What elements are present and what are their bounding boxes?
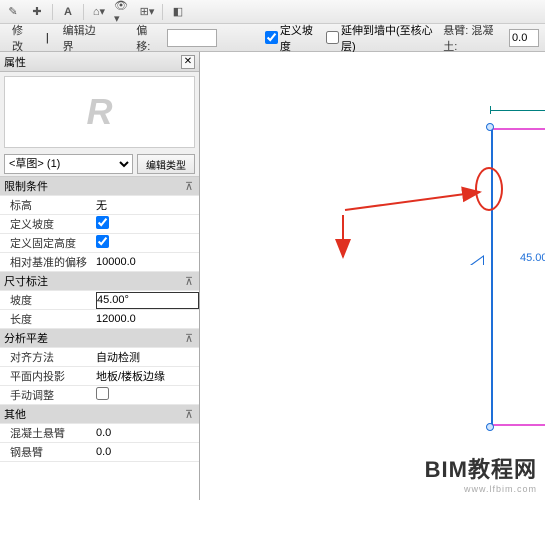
tool-icon[interactable]: 👁▾: [114, 3, 132, 21]
tool-icon[interactable]: ✎: [4, 3, 22, 21]
define-slope-label: 定义坡度: [280, 22, 318, 54]
section-dimensions[interactable]: 尺寸标注⊼: [0, 272, 199, 291]
offset-label: 偏移:: [136, 22, 159, 54]
section-constraints[interactable]: 限制条件⊼: [0, 177, 199, 196]
extend-checkbox[interactable]: [326, 31, 339, 44]
panel-title: 属性: [4, 54, 26, 70]
drawing-canvas[interactable]: 9800.0 45.00° BIM教程网 www.lfbim.com: [200, 52, 545, 500]
prop-label: 定义固定高度: [0, 235, 92, 251]
plane-proj-value[interactable]: [96, 368, 199, 385]
expand-icon[interactable]: ⊼: [185, 408, 199, 421]
tool-icon[interactable]: ◧: [169, 3, 187, 21]
modify-button[interactable]: 修改: [6, 20, 38, 56]
close-icon[interactable]: ✕: [181, 55, 195, 69]
edit-type-button[interactable]: 编辑类型: [137, 154, 195, 174]
type-preview: R: [4, 76, 195, 148]
options-bar: 修改 | 编辑边界 偏移: 定义坡度 延伸到墙中(至核心层) 悬臂: 混凝土:: [0, 24, 545, 52]
prop-label: 混凝土悬臂: [0, 425, 92, 441]
panel-header: 属性 ✕: [0, 52, 199, 72]
section-analytical[interactable]: 分析平差⊼: [0, 329, 199, 348]
concrete-cant-value[interactable]: [96, 425, 199, 442]
tool-icon[interactable]: ⌂▾: [90, 3, 108, 21]
watermark-url: www.lfbim.com: [425, 484, 537, 494]
separator: [162, 4, 163, 20]
watermark: BIM教程网 www.lfbim.com: [425, 452, 537, 494]
manual-adjust-checkbox[interactable]: [96, 387, 109, 400]
separator: [83, 4, 84, 20]
define-slope-checkbox[interactable]: [265, 31, 278, 44]
separator: |: [46, 32, 49, 44]
prop-label: 对齐方法: [0, 349, 92, 365]
prop-label: 标高: [0, 197, 92, 213]
dimension-tick: [490, 106, 491, 114]
expand-icon[interactable]: ⊼: [185, 332, 199, 345]
expand-icon[interactable]: ⊼: [185, 180, 199, 193]
section-other[interactable]: 其他⊼: [0, 405, 199, 424]
slope-value[interactable]: [96, 292, 199, 309]
separator: [52, 4, 53, 20]
edit-boundary-button[interactable]: 编辑边界: [57, 20, 109, 56]
align-method-value[interactable]: [96, 349, 199, 366]
prop-label: 平面内投影: [0, 368, 92, 384]
length-value[interactable]: [96, 311, 199, 328]
prop-label: 坡度: [0, 292, 92, 308]
tool-icon[interactable]: A: [59, 3, 77, 21]
prop-label: 手动调整: [0, 387, 92, 403]
expand-icon[interactable]: ⊼: [185, 275, 199, 288]
prop-label: 长度: [0, 311, 92, 327]
slope-triangle-icon: [470, 255, 484, 265]
dimension-line: [490, 110, 545, 111]
endpoint-node[interactable]: [486, 123, 494, 131]
cantilever-label: 悬臂: 混凝土:: [443, 22, 501, 54]
properties-panel: 属性 ✕ R <草图> (1) 编辑类型 限制条件⊼ 标高 定义坡度 定义固定高…: [0, 52, 200, 500]
prop-label: 钢悬臂: [0, 444, 92, 460]
endpoint-node[interactable]: [486, 423, 494, 431]
steel-cant-value[interactable]: [96, 444, 199, 461]
level-value[interactable]: [96, 197, 199, 214]
preview-logo: R: [87, 91, 113, 133]
prop-label: 相对基准的偏移: [0, 254, 92, 270]
property-grid: 限制条件⊼ 标高 定义坡度 定义固定高度 相对基准的偏移 尺寸标注⊼ 坡度 长度…: [0, 176, 199, 500]
prop-label: 定义坡度: [0, 216, 92, 232]
angle-label: 45.00°: [520, 252, 545, 264]
watermark-title: BIM教程网: [425, 452, 537, 484]
define-slope-prop-checkbox[interactable]: [96, 216, 109, 229]
tool-icon[interactable]: ✚: [28, 3, 46, 21]
cantilever-input[interactable]: [509, 29, 539, 47]
define-fixed-height-checkbox[interactable]: [96, 235, 109, 248]
tool-icon[interactable]: ⊞▾: [138, 3, 156, 21]
offset-base-value[interactable]: [96, 254, 199, 271]
annotation-circle: [475, 167, 503, 211]
type-selector[interactable]: <草图> (1): [4, 154, 133, 174]
dimension-text: 9800.0: [490, 96, 545, 108]
offset-input[interactable]: [167, 29, 217, 47]
extend-label: 延伸到墙中(至核心层): [341, 22, 435, 54]
